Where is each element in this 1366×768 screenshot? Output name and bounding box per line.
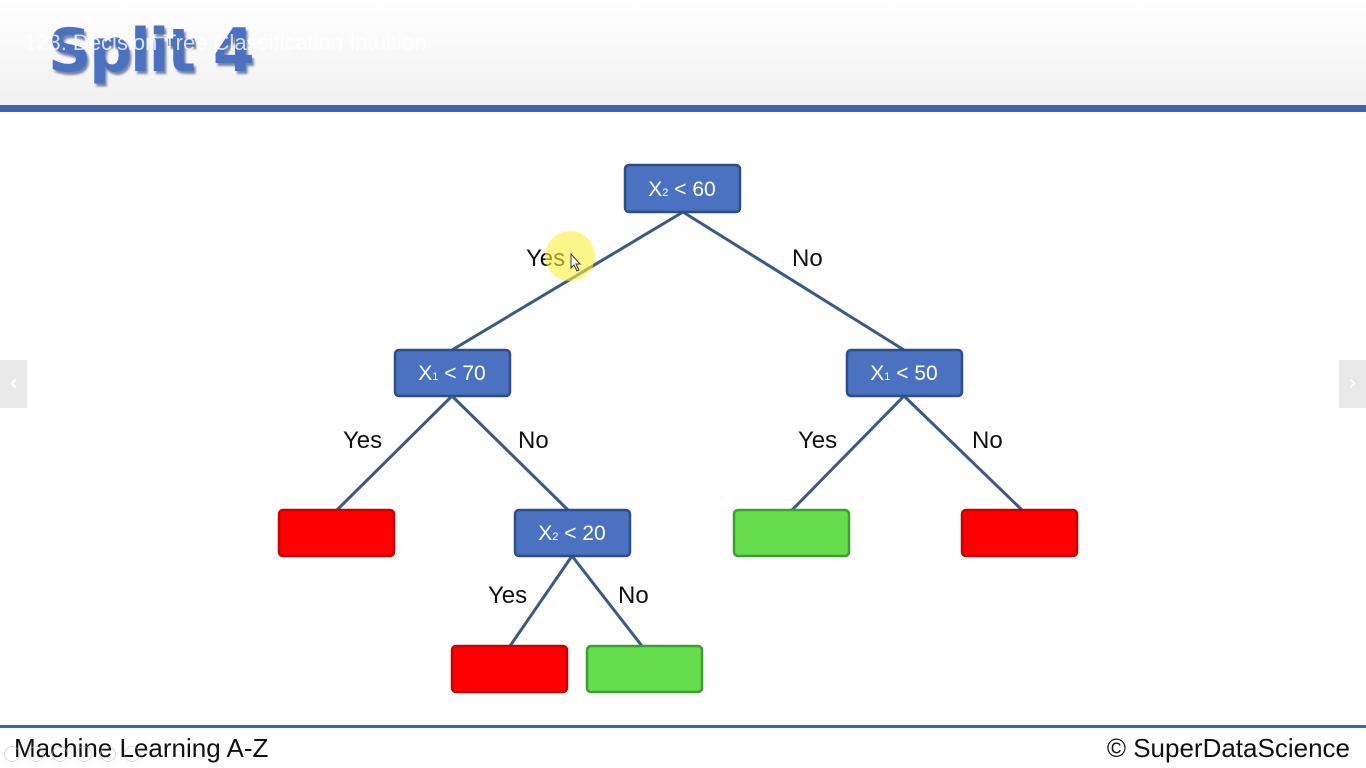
- decision-tree-diagram: X2 < 60 X1 < 70 X1 < 50 X2 < 20 Yes No Y…: [277, 163, 1079, 694]
- edge-label-root-no: No: [792, 245, 823, 272]
- edge-root-right: [682, 210, 905, 352]
- edge-label-right-yes: Yes: [798, 427, 837, 454]
- captions-icon[interactable]: [100, 746, 116, 762]
- play-icon[interactable]: [28, 746, 44, 762]
- leaf-right-no: [960, 508, 1079, 558]
- node-left: X1 < 70: [393, 348, 512, 398]
- edge-label-left-no-yes: Yes: [488, 582, 527, 609]
- node-left-label: X1 < 70: [418, 362, 485, 385]
- leaf-left-no-yes: [450, 644, 569, 694]
- previous-slide-button[interactable]: ‹: [0, 360, 27, 408]
- volume-icon[interactable]: [52, 746, 68, 762]
- node-right: X1 < 50: [845, 348, 964, 398]
- node-left-no: X2 < 20: [513, 508, 632, 558]
- footer-divider: [0, 725, 1366, 728]
- settings-icon[interactable]: [76, 746, 92, 762]
- node-root-label: X2 < 60: [648, 178, 715, 201]
- node-right-label: X1 < 50: [870, 362, 937, 385]
- chevron-left-icon: ‹: [9, 371, 18, 396]
- chevron-right-icon: ›: [1348, 371, 1357, 396]
- leaf-left-no-no: [585, 644, 704, 694]
- replay-icon[interactable]: [4, 746, 20, 762]
- edge-label-left-no-no: No: [618, 582, 649, 609]
- edge-label-left-yes: Yes: [343, 427, 382, 454]
- leaf-left-yes: [277, 508, 396, 558]
- edge-left-node: [450, 394, 570, 512]
- node-left-no-label: X2 < 20: [538, 522, 605, 545]
- edge-label-right-no: No: [972, 427, 1003, 454]
- player-controls: [4, 746, 140, 766]
- edge-label-left-no: No: [518, 427, 549, 454]
- slide: Split 4 123. Decision Tree Classificatio…: [0, 0, 1366, 768]
- next-slide-button[interactable]: ›: [1339, 360, 1366, 408]
- node-root: X2 < 60: [623, 163, 742, 214]
- edge-right-leaf-no: [902, 394, 1024, 512]
- leaf-right-yes: [732, 508, 851, 558]
- fullscreen-icon[interactable]: [124, 746, 140, 762]
- footer-copyright: © SuperDataScience: [1106, 733, 1350, 763]
- cursor-highlight: [545, 231, 595, 281]
